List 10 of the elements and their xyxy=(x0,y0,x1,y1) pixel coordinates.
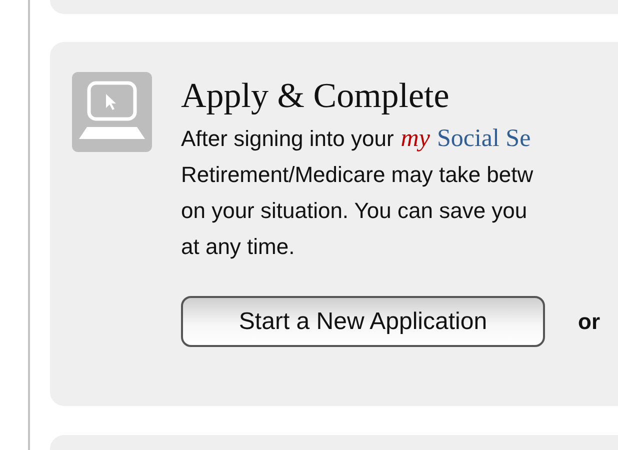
body-text: on your situation. You can save you xyxy=(181,198,528,224)
brand-my-text: my xyxy=(400,125,430,153)
section-title: Apply & Complete xyxy=(181,76,450,116)
body-text: After signing into your xyxy=(181,126,394,152)
brand-name-link[interactable]: Social Se xyxy=(436,125,531,153)
or-text: or xyxy=(578,308,600,334)
computer-icon xyxy=(72,72,152,152)
start-application-button[interactable]: Start a New Application xyxy=(181,296,545,347)
body-text: Retirement/Medicare may take betw xyxy=(181,162,534,188)
body-text: at any time. xyxy=(181,234,295,260)
